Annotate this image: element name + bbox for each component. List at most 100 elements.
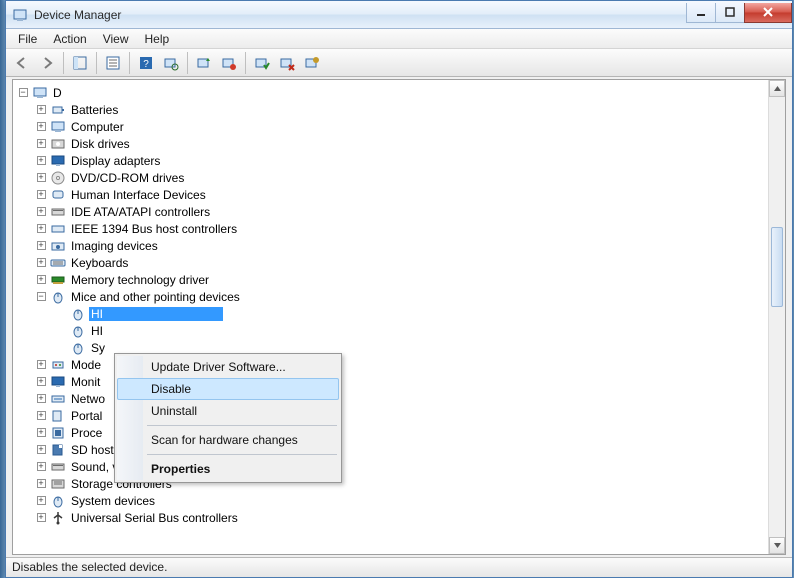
tree-category[interactable]: +DVD/CD-ROM drives [15, 169, 766, 186]
device-manager-window: Device Manager File Action View Help ? [5, 0, 793, 578]
scroll-track[interactable] [769, 97, 785, 537]
context-menu-separator [147, 425, 337, 426]
tree-category[interactable]: −Mice and other pointing devices [15, 288, 766, 305]
menu-file[interactable]: File [10, 30, 45, 48]
enable-button[interactable] [250, 51, 274, 75]
category-icon [50, 493, 66, 509]
expander[interactable]: − [33, 289, 49, 305]
expander[interactable]: + [33, 272, 49, 288]
uninstall-button[interactable] [275, 51, 299, 75]
expander[interactable]: + [33, 153, 49, 169]
ctx-uninstall[interactable]: Uninstall [117, 400, 339, 422]
menu-action[interactable]: Action [45, 30, 94, 48]
maximize-button[interactable] [715, 3, 745, 23]
toolbar-separator [96, 52, 97, 74]
expander[interactable]: + [33, 204, 49, 220]
expander[interactable]: + [33, 119, 49, 135]
category-label: Mode [69, 358, 103, 372]
expander[interactable]: + [33, 391, 49, 407]
expander[interactable]: + [33, 136, 49, 152]
category-icon [50, 510, 66, 526]
root-label: D [51, 86, 64, 100]
category-icon [50, 408, 66, 424]
expander[interactable]: + [33, 442, 49, 458]
expander[interactable]: + [33, 476, 49, 492]
tree-category[interactable]: +System devices [15, 492, 766, 509]
expander[interactable]: + [33, 255, 49, 271]
expander[interactable]: + [33, 374, 49, 390]
app-icon [12, 7, 28, 23]
ctx-scan-hardware[interactable]: Scan for hardware changes [117, 429, 339, 451]
window-buttons [687, 3, 792, 23]
category-icon [50, 136, 66, 152]
category-icon [50, 272, 66, 288]
scroll-up-arrow[interactable] [769, 80, 785, 97]
vertical-scrollbar[interactable] [768, 80, 785, 554]
ctx-update-driver[interactable]: Update Driver Software... [117, 356, 339, 378]
expander[interactable]: + [33, 238, 49, 254]
close-button[interactable] [744, 3, 792, 23]
category-icon [50, 289, 66, 305]
back-button[interactable] [10, 51, 34, 75]
tree-category[interactable]: + Batteries [15, 101, 766, 118]
disable-button[interactable] [217, 51, 241, 75]
scroll-down-arrow[interactable] [769, 537, 785, 554]
svg-text:?: ? [143, 59, 149, 70]
update-driver-button[interactable] [192, 51, 216, 75]
tree-device[interactable]: HI [15, 305, 766, 322]
menu-view[interactable]: View [95, 30, 137, 48]
titlebar[interactable]: Device Manager [6, 1, 792, 29]
category-icon [50, 153, 66, 169]
expander[interactable]: + [33, 459, 49, 475]
tree-category[interactable]: +Keyboards [15, 254, 766, 271]
expander[interactable]: + [33, 102, 49, 118]
show-hide-tree-button[interactable] [68, 51, 92, 75]
device-icon [70, 340, 86, 356]
ctx-properties[interactable]: Properties [117, 458, 339, 480]
expander[interactable]: − [15, 85, 31, 101]
expander[interactable]: + [33, 425, 49, 441]
content-frame: −D+Batteries+Computer+Disk drives+Displa… [12, 79, 786, 555]
properties-button[interactable] [101, 51, 125, 75]
forward-button[interactable] [35, 51, 59, 75]
device-icon [70, 323, 86, 339]
tree-category[interactable]: +Human Interface Devices [15, 186, 766, 203]
expander[interactable]: + [33, 493, 49, 509]
legacy-hardware-button[interactable] [300, 51, 324, 75]
tree-category[interactable]: +Imaging devices [15, 237, 766, 254]
help-button[interactable]: ? [134, 51, 158, 75]
tree-root[interactable]: −D [15, 84, 766, 101]
minimize-button[interactable] [686, 3, 716, 23]
tree-category[interactable]: +Memory technology driver [15, 271, 766, 288]
device-label: Sy [89, 341, 107, 355]
tree-category[interactable]: +Universal Serial Bus controllers [15, 509, 766, 526]
tree-category[interactable]: +Disk drives [15, 135, 766, 152]
tree-category[interactable]: +IEEE 1394 Bus host controllers [15, 220, 766, 237]
expander[interactable]: + [33, 357, 49, 373]
menu-help[interactable]: Help [137, 30, 178, 48]
scroll-thumb[interactable] [771, 227, 783, 307]
expander[interactable]: + [33, 221, 49, 237]
tree-category[interactable]: +IDE ATA/ATAPI controllers [15, 203, 766, 220]
category-icon [50, 425, 66, 441]
expander[interactable]: + [33, 170, 49, 186]
ctx-disable[interactable]: Disable [117, 378, 339, 400]
window-title: Device Manager [34, 8, 687, 22]
category-label: Monit [69, 375, 102, 389]
toolbar-separator [63, 52, 64, 74]
statusbar: Disables the selected device. [6, 557, 792, 577]
tree-device[interactable]: HI [15, 322, 766, 339]
expander[interactable]: + [33, 187, 49, 203]
category-icon [50, 374, 66, 390]
category-label: Display adapters [69, 154, 162, 168]
category-icon [50, 102, 66, 118]
tree-category[interactable]: + Computer [15, 118, 766, 135]
category-label: Netwo [69, 392, 107, 406]
expander[interactable]: + [33, 408, 49, 424]
expander[interactable]: + [33, 510, 49, 526]
toolbar-separator [245, 52, 246, 74]
category-label: Batteries [69, 103, 120, 117]
category-label: Computer [69, 120, 126, 134]
tree-category[interactable]: + Display adapters [15, 152, 766, 169]
scan-hardware-button[interactable] [159, 51, 183, 75]
